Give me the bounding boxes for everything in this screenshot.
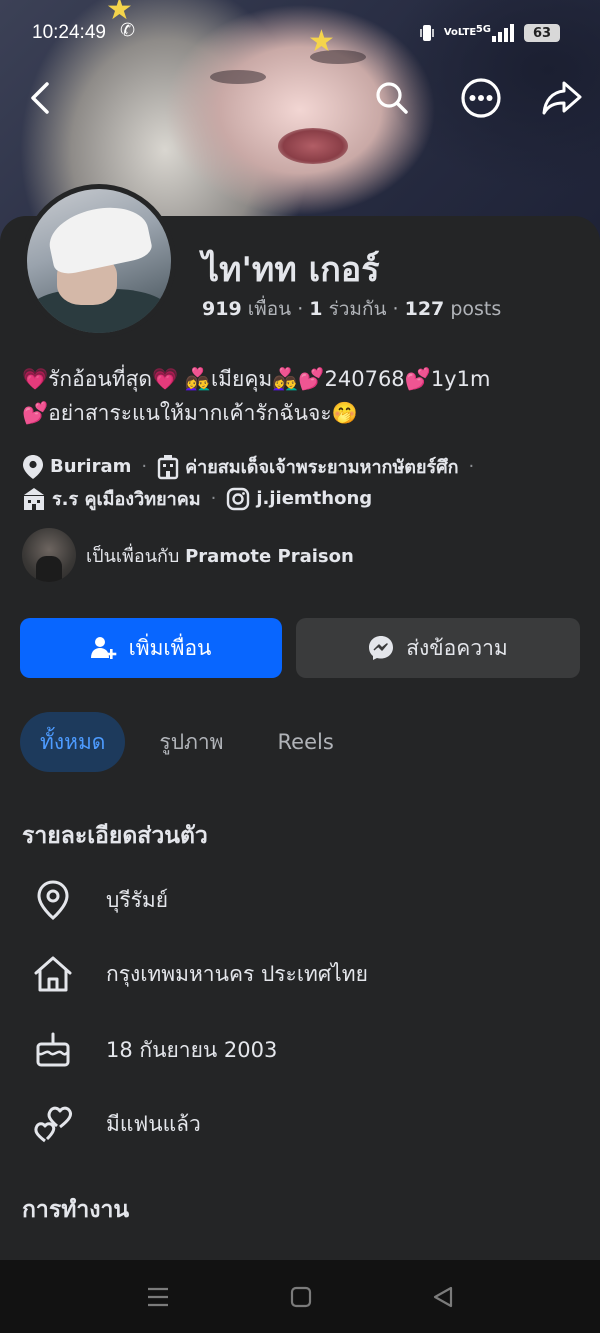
mutual-stat[interactable]: 1 ร่วมกัน: [309, 298, 386, 320]
intro-instagram[interactable]: j.jiemthong: [256, 488, 372, 509]
status-icons: VoLTE 5G 63: [420, 23, 560, 43]
bio-line: 💕อย่าสาระแนให้มากเค้ารักฉันจะ🤭: [22, 401, 358, 425]
bio-line: 💗รักอ้อนที่สุด💗 👩‍❤️‍👨เมียคุม👩‍❤️‍👨💕2407…: [22, 367, 491, 391]
profile-avatar[interactable]: [22, 184, 176, 338]
share-button[interactable]: [540, 76, 584, 120]
intro-line-1: Buriram · ค่ายสมเด็จเจ้าพระยามหากษัตยร์ศ…: [22, 452, 478, 481]
band-indicator: 5G: [476, 24, 514, 42]
profile-bio: 💗รักอ้อนที่สุด💗 👩‍❤️‍👨เมียคุม👩‍❤️‍👨💕2407…: [22, 362, 582, 430]
message-label: ส่งข้อความ: [406, 635, 508, 660]
intro-line-2: ร.ร คูเมืองวิทยาคม · j.jiemthong: [22, 484, 372, 513]
add-friend-icon: [90, 637, 116, 659]
search-button[interactable]: [370, 76, 414, 120]
birthday-cake-icon: [36, 1032, 70, 1067]
back-triangle-icon[interactable]: [432, 1286, 454, 1308]
intro-workplace[interactable]: ค่ายสมเด็จเจ้าพระยามหากษัตยร์ศึก: [185, 452, 458, 481]
tab-reels[interactable]: Reels: [258, 712, 354, 772]
workplace-building-icon: [157, 454, 179, 479]
tab-all[interactable]: ทั้งหมด: [20, 712, 126, 772]
intro-school[interactable]: ร.ร คูเมืองวิทยาคม: [52, 484, 201, 513]
battery-indicator: 63: [524, 24, 560, 42]
mutual-friend-name[interactable]: Pramote Praison: [185, 546, 354, 567]
message-button[interactable]: ส่งข้อความ: [296, 618, 580, 678]
add-friend-label: เพิ่มเพื่อน: [128, 635, 212, 660]
friends-with-text: เป็นเพื่อนกับ Pramote Praison: [86, 545, 354, 567]
recent-apps-icon[interactable]: [146, 1286, 170, 1308]
signal-strength-icon: [492, 24, 514, 42]
status-bar: 10:24:49 ✆ VoLTE 5G 63: [0, 18, 600, 52]
details-heading: รายละเอียดส่วนตัว: [22, 823, 208, 849]
detail-lives-in[interactable]: บุรีรัมย์: [32, 876, 168, 924]
location-pin-icon: [23, 454, 43, 479]
cover-lips: [278, 128, 348, 164]
location-pin-icon: [37, 880, 69, 920]
detail-relationship-text: มีแฟนแล้ว: [106, 1111, 201, 1136]
home-square-icon[interactable]: [290, 1286, 312, 1308]
more-dots-icon: [461, 78, 501, 118]
profile-name: ไท'ทท เกอร์: [202, 250, 380, 290]
share-arrow-icon: [542, 81, 582, 115]
friends-stat[interactable]: 919 เพื่อน: [202, 298, 291, 320]
call-active-icon: ✆: [120, 20, 136, 41]
add-friend-button[interactable]: เพิ่มเพื่อน: [20, 618, 282, 678]
tab-photos[interactable]: รูปภาพ: [139, 712, 243, 772]
detail-birthday-text: 18 กันยายน 2003: [106, 1037, 278, 1062]
vibrate-icon: [420, 25, 434, 41]
volte-indicator: VoLTE: [443, 27, 477, 38]
cover-eye-left: [210, 70, 266, 84]
more-options-button[interactable]: [459, 76, 503, 120]
detail-birthday[interactable]: 18 กันยายน 2003: [32, 1026, 277, 1074]
detail-lives-in-text: บุรีรัมย์: [106, 887, 169, 912]
work-heading: การทำงาน: [22, 1197, 130, 1223]
avatar-image: [27, 189, 171, 333]
home-icon: [34, 956, 72, 992]
friends-with-row[interactable]: เป็นเพื่อนกับ Pramote Praison: [22, 528, 354, 582]
profile-stats: 919 เพื่อน · 1 ร่วมกัน · 127 posts: [202, 298, 502, 320]
status-time: 10:24:49: [32, 22, 106, 43]
messenger-icon: [369, 636, 394, 660]
posts-stat[interactable]: 127 posts: [405, 298, 502, 320]
detail-hometown-text: กรุงเทพมหานคร ประเทศไทย: [106, 961, 368, 986]
chevron-left-icon: [31, 82, 49, 114]
school-icon: [24, 487, 44, 510]
back-button[interactable]: [18, 76, 62, 120]
intro-location[interactable]: Buriram: [50, 456, 131, 477]
relationship-hearts-icon: [34, 1106, 73, 1143]
profile-tabs: ทั้งหมด รูปภาพ Reels: [20, 712, 368, 772]
mutual-friend-avatar: [22, 528, 76, 582]
instagram-icon: [227, 487, 250, 510]
search-icon: [376, 82, 408, 114]
detail-hometown[interactable]: กรุงเทพมหานคร ประเทศไทย: [32, 950, 368, 998]
system-navigation-bar: [0, 1260, 600, 1333]
detail-relationship[interactable]: มีแฟนแล้ว: [32, 1100, 201, 1148]
